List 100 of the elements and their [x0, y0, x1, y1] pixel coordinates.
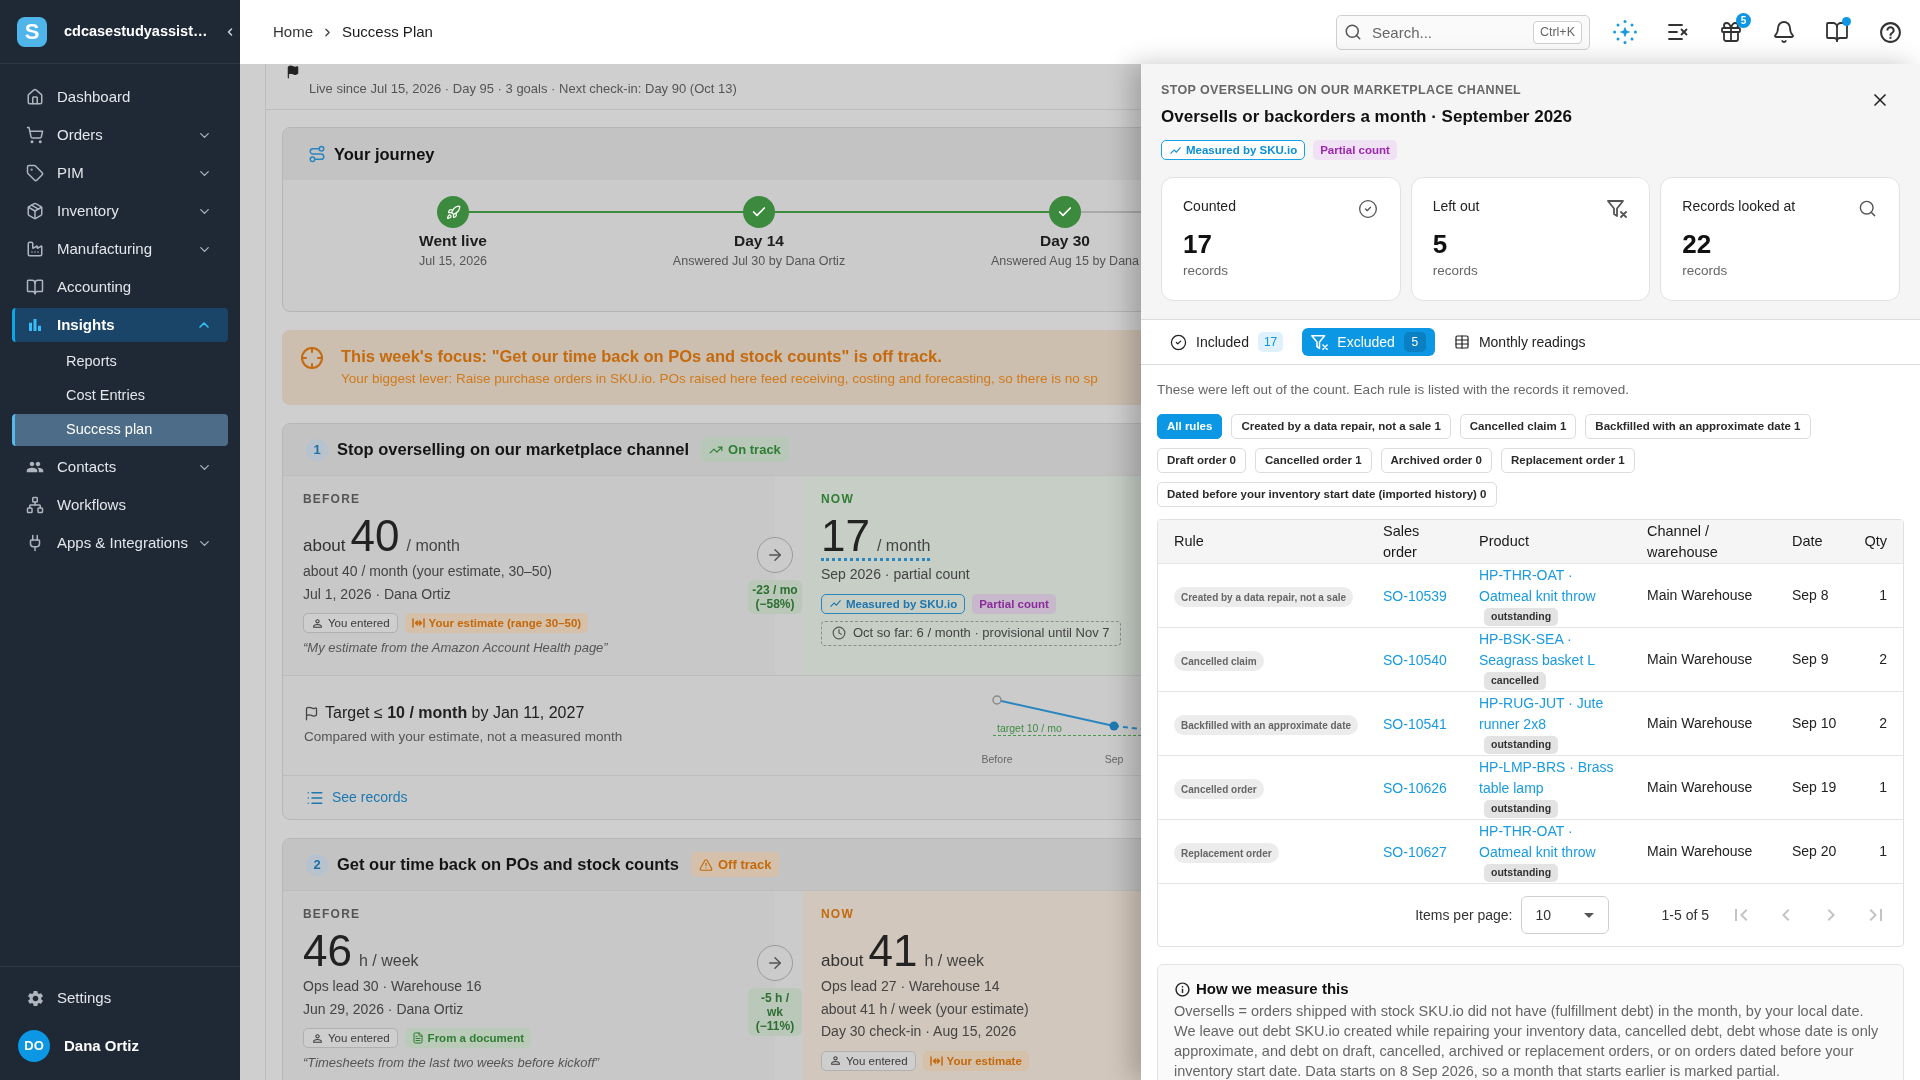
goal-title: Get our time back on POs and stock counts [337, 854, 679, 876]
step-detail: Answered Aug 15 by Dana [991, 253, 1139, 269]
status-badge: outstanding [1484, 800, 1559, 818]
nav-item[interactable]: Contacts [12, 450, 228, 484]
status-badge: outstanding [1484, 736, 1559, 754]
filter-chip[interactable]: Backfilled with an approximate date 1 [1585, 414, 1811, 439]
filter-chip[interactable]: Cancelled claim 1 [1459, 414, 1577, 439]
drawer-title: Oversells or backorders a month · September 2026 [1161, 106, 1572, 128]
tag-label: From a document [427, 1031, 525, 1045]
bell-icon[interactable] [1772, 20, 1796, 44]
rule-tag: Replacement order [1174, 843, 1279, 863]
stat-unit: records [1432, 262, 1478, 280]
table-cell-text: 1 [1879, 778, 1887, 797]
tag-label: Measured by SKU.io [846, 596, 958, 611]
nav-item[interactable]: Workflows [12, 488, 228, 522]
stat-value: 17 [1183, 229, 1212, 259]
nav-item[interactable]: Dashboard [12, 80, 228, 114]
column-header: Sales order [1383, 521, 1421, 562]
status-label: On track [728, 440, 781, 459]
page-size-select[interactable]: 10 [1520, 896, 1609, 934]
value-unit: / month [406, 536, 460, 556]
section-label: BEFORE [303, 492, 361, 506]
nav-item[interactable]: Insights [12, 308, 228, 342]
count-badge: 17 [1257, 332, 1284, 352]
banner-text: Your biggest lever: Raise purchase orders in SKU.io. POs raised here feed receiving, costing and forecasting, so there is no sp [341, 370, 1098, 388]
nav-subitem[interactable]: Reports [12, 346, 228, 378]
tag-label: Partial count [979, 596, 1049, 611]
user-name: Dana Ortiz [64, 1035, 139, 1056]
change-badge: -5 h / wk (−11%) [748, 988, 802, 1036]
stat-label: Records looked at [1682, 197, 1796, 215]
stat-label: Counted [1183, 197, 1236, 215]
nav-item[interactable]: Settings [12, 981, 228, 1015]
detail-line: about 41 h / week (your estimate) [821, 999, 1029, 1019]
status-label: Off track [718, 855, 772, 874]
column-header: Date [1792, 532, 1823, 551]
table-cell-text: Sep 10 [1792, 714, 1837, 733]
tab[interactable]: Monthly readings [1444, 328, 1595, 356]
help-icon[interactable] [1878, 19, 1903, 45]
avatar: DO [18, 1030, 50, 1062]
detail-line: Day 30 check-in · Aug 15, 2026 [821, 1022, 1017, 1041]
nav-item[interactable]: PIM [12, 156, 228, 190]
table-cell-text: Sep 20 [1792, 842, 1837, 861]
clock-icon [832, 626, 846, 640]
search-icon [1344, 22, 1362, 41]
table-cell-text: Sep 8 [1792, 586, 1829, 605]
detail-line: Sep 2026 · partial count [821, 565, 970, 584]
tag-icon [26, 164, 44, 182]
breadcrumb-link[interactable]: Home [273, 20, 313, 44]
chart-icon [829, 597, 842, 610]
tab[interactable]: Excluded 5 [1302, 328, 1435, 356]
provisional-text: Oct so far: 6 / month · provisional until Nov 7 [853, 624, 1110, 643]
nav-item[interactable]: Inventory [12, 194, 228, 228]
person-icon [829, 1054, 842, 1067]
nav-item[interactable]: Apps & Integrations [12, 526, 228, 560]
column-header: Channel / warehouse [1647, 521, 1719, 562]
nav-subitem[interactable]: Cost Entries [12, 380, 228, 412]
detail-line: Jul 1, 2026 · Dana Ortiz [303, 584, 451, 604]
book-icon[interactable] [1825, 20, 1849, 44]
value-unit: h / week [358, 951, 419, 971]
chart-label: target 10 / mo [997, 722, 1062, 734]
tab[interactable]: Included 17 [1161, 328, 1293, 356]
book-icon [26, 278, 44, 296]
column-header: Qty [1864, 532, 1887, 551]
sparkle-icon[interactable] [1613, 20, 1637, 44]
column-header: Product [1479, 532, 1529, 551]
tag-label: You entered [328, 1031, 390, 1045]
nav-item[interactable]: Accounting [12, 270, 228, 304]
section-title: How we measure this [1196, 980, 1349, 998]
filter-chip[interactable]: Cancelled order 1 [1255, 448, 1372, 473]
target-text: Target ≤ 10 / month by Jan 11, 2027 [325, 703, 585, 723]
step-label: Went live [419, 231, 487, 250]
table-cell-text: Main Warehouse [1647, 714, 1753, 733]
home-icon [26, 88, 44, 106]
nav-item[interactable]: Manufacturing [12, 232, 228, 266]
step-detail: Jul 15, 2026 [418, 253, 488, 269]
filter-chip[interactable]: Archived order 0 [1380, 448, 1492, 473]
filter-chip[interactable]: Replacement order 1 [1500, 448, 1635, 473]
detail-line: Jun 29, 2026 · Dana Ortiz [303, 999, 464, 1019]
filter-chip[interactable]: Draft order 0 [1157, 448, 1247, 473]
detail-line: Ops lead 30 · Warehouse 16 [303, 977, 482, 996]
bar-chart-icon [26, 316, 44, 334]
tag-label: Your estimate (range 30–50) [428, 616, 582, 630]
cart-icon [26, 126, 44, 144]
status-badge: outstanding [1484, 608, 1559, 626]
crosshair-icon [300, 346, 324, 370]
nav-item[interactable]: Orders [12, 118, 228, 152]
section-label: BEFORE [303, 907, 361, 921]
banner-title: This week's focus: "Get our time back on POs and stock counts" is off track. [341, 346, 942, 366]
filter-chip[interactable]: Created by a data repair, not a sale 1 [1231, 414, 1451, 439]
arrow-right-icon [757, 537, 793, 573]
step-label: Day 30 [1040, 231, 1090, 250]
value-number: 46 [303, 929, 352, 973]
table-cell-text: Main Warehouse [1647, 586, 1753, 605]
filter-chip[interactable]: Dated before your inventory start date (imported history) 0 [1157, 482, 1497, 507]
column-header: Rule [1174, 532, 1204, 551]
nav-subitem[interactable]: Success plan [12, 414, 228, 446]
tag-label: Your estimate [946, 1053, 1022, 1068]
route-icon [308, 145, 326, 163]
flag-icon [304, 705, 319, 721]
table-cell-text: Main Warehouse [1647, 778, 1753, 797]
